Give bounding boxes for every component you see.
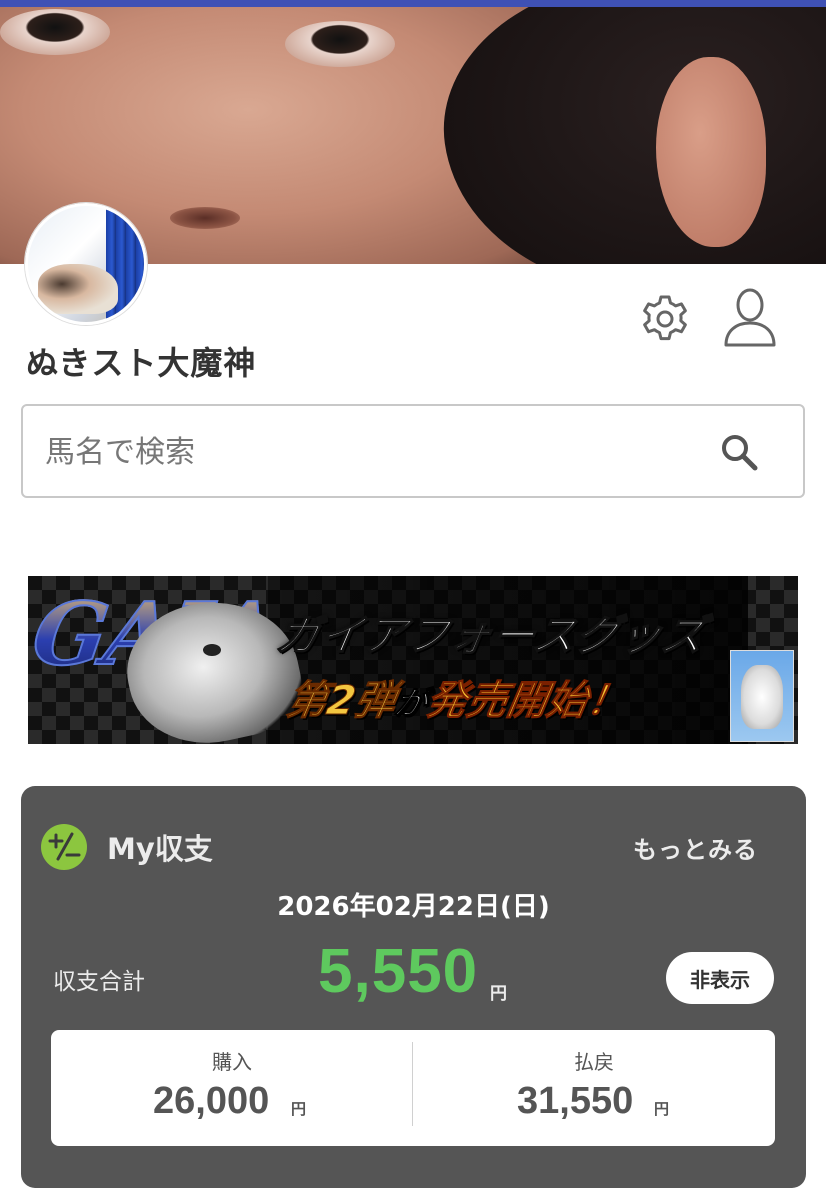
payout-unit: 円 xyxy=(654,1100,670,1118)
cover-nose xyxy=(170,207,240,229)
balance-date: 2026年02月22日(日) xyxy=(277,892,550,922)
account-button[interactable] xyxy=(720,286,780,350)
banner-sub-part3: 発売開始！ xyxy=(423,678,632,725)
horse-search-box[interactable] xyxy=(21,404,805,498)
banner-title: ガイアフォースグッズ xyxy=(272,610,710,661)
username: ぬきスト大魔神 xyxy=(26,344,257,382)
purchase-column: 購入 26,000 円 xyxy=(51,1030,413,1146)
avatar-person xyxy=(38,264,118,314)
settings-button[interactable] xyxy=(636,290,694,348)
top-accent-bar xyxy=(0,0,826,7)
search-icon[interactable] xyxy=(719,432,759,472)
user-icon xyxy=(724,288,776,347)
payout-label: 払戻 xyxy=(574,1050,614,1074)
payout-column: 払戻 31,550 円 xyxy=(413,1030,775,1146)
avatar[interactable] xyxy=(25,203,147,325)
total-value: 5,550 xyxy=(318,937,479,1006)
cover-eye-left xyxy=(0,9,110,55)
banner-horse-eye xyxy=(203,644,221,656)
payout-value: 31,550 xyxy=(517,1080,634,1122)
banner-subtitle: 第2弾が発売開始！ xyxy=(283,668,633,726)
plus-minus-icon xyxy=(41,824,87,870)
my-balance-panel: My収支 もっとみる 2026年02月22日(日) 収支合計 5,550 円 非… xyxy=(21,786,806,1188)
gear-icon xyxy=(643,295,687,341)
total-label: 収支合計 xyxy=(53,969,145,995)
total-unit: 円 xyxy=(490,984,507,1004)
balance-breakdown: 購入 26,000 円 払戻 31,550 円 xyxy=(51,1030,775,1146)
purchase-value: 26,000 xyxy=(153,1080,270,1122)
cover-ear xyxy=(656,57,766,247)
hide-button[interactable]: 非表示 xyxy=(666,952,774,1004)
cover-eye-right xyxy=(285,21,395,67)
purchase-label: 購入 xyxy=(212,1050,252,1074)
see-more-link[interactable]: もっとみる xyxy=(633,830,758,865)
search-input[interactable] xyxy=(45,428,705,476)
cover-hair xyxy=(425,7,826,264)
promo-banner[interactable]: GAIA ガイアフォースグッズ 第2弾が発売開始！ xyxy=(28,576,798,744)
banner-sub-part1: 第2弾 xyxy=(283,678,400,725)
banner-goods-card xyxy=(730,650,794,742)
balance-title: My収支 xyxy=(107,832,213,866)
purchase-unit: 円 xyxy=(291,1100,307,1118)
